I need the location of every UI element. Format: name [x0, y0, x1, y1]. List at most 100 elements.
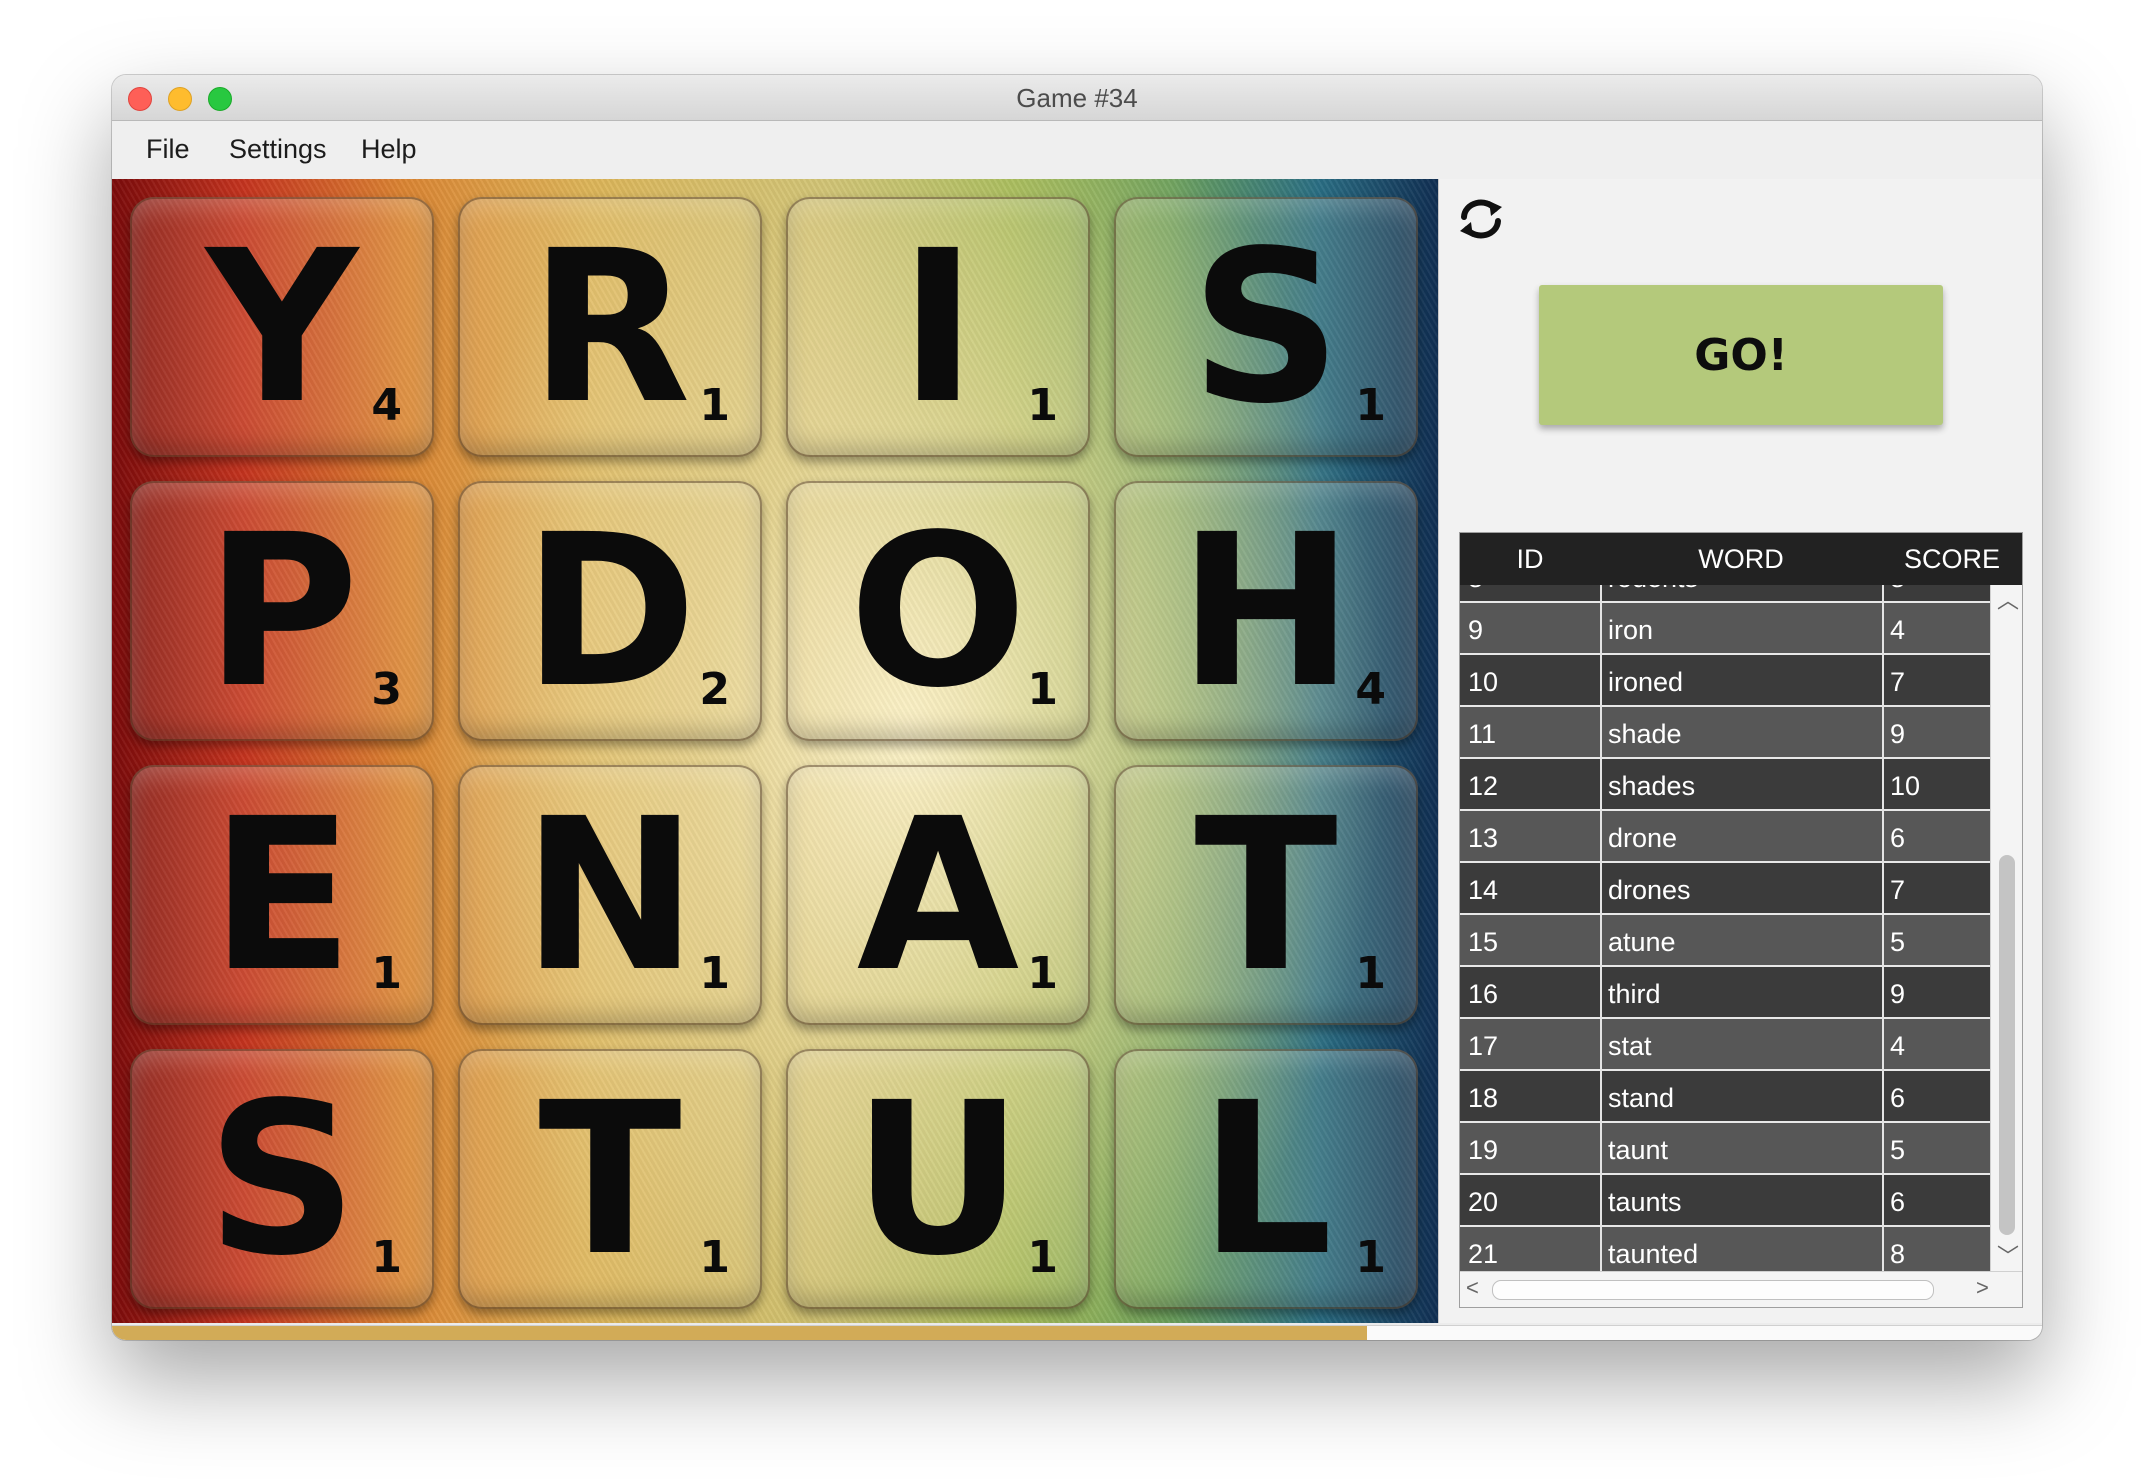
- cell-word: third: [1608, 979, 1661, 1009]
- letter-tile[interactable]: O1: [786, 481, 1090, 741]
- scroll-down-icon[interactable]: ﹀: [1997, 1239, 2019, 1271]
- cell-word: stand: [1608, 1083, 1675, 1113]
- cell-word: taunt: [1608, 1135, 1669, 1165]
- table-row[interactable]: 20 taunts 6: [1460, 1175, 1990, 1227]
- letter-tile[interactable]: E1: [130, 765, 434, 1025]
- column-header-id[interactable]: ID: [1460, 544, 1600, 575]
- tile-score: 4: [371, 380, 402, 431]
- cell-score: 4: [1890, 1031, 1906, 1061]
- tile-score: 1: [1027, 380, 1058, 431]
- tile-score: 1: [699, 380, 730, 431]
- cell-score: 5: [1890, 1135, 1906, 1165]
- column-header-word[interactable]: WORD: [1600, 544, 1882, 575]
- column-header-score[interactable]: SCORE: [1882, 544, 2022, 575]
- letter-tile[interactable]: S1: [130, 1049, 434, 1309]
- cell-word: taunted: [1608, 1239, 1699, 1269]
- letter-tile[interactable]: N1: [458, 765, 762, 1025]
- letter-tile[interactable]: L1: [1114, 1049, 1418, 1309]
- tile-score: 1: [1355, 380, 1386, 431]
- tile-score: 1: [1027, 1232, 1058, 1283]
- tile-score: 1: [371, 1232, 402, 1283]
- cell-word: taunts: [1608, 1187, 1682, 1217]
- cell-word: drone: [1608, 823, 1678, 853]
- table-row[interactable]: 19 taunt 5: [1460, 1123, 1990, 1175]
- letter-tile[interactable]: I1: [786, 197, 1090, 457]
- table-row[interactable]: 21 taunted 8: [1460, 1227, 1990, 1271]
- tile-score: 4: [1355, 664, 1386, 715]
- cell-id: 12: [1468, 771, 1499, 801]
- cell-id: 20: [1468, 1187, 1499, 1217]
- cell-score: 7: [1890, 875, 1906, 905]
- scroll-right-icon[interactable]: >: [1976, 1275, 1989, 1301]
- cell-id: 9: [1468, 615, 1484, 645]
- words-panel: ID WORD SCORE 8 rodents 8 9 iron 4 10 ironed 7 11…: [1438, 506, 2042, 1323]
- table-row[interactable]: 10 ironed 7: [1460, 655, 1990, 707]
- column-divider: [1882, 585, 1884, 1271]
- vertical-scrollbar[interactable]: ︿ ﹀: [1990, 583, 2022, 1271]
- scroll-up-icon[interactable]: ︿: [1997, 583, 2019, 615]
- cell-id: 15: [1468, 927, 1499, 957]
- go-button[interactable]: GO!: [1539, 285, 1943, 425]
- letter-tile[interactable]: U1: [786, 1049, 1090, 1309]
- letter-tile[interactable]: A1: [786, 765, 1090, 1025]
- cell-id: 17: [1468, 1031, 1499, 1061]
- letter-board: Y4R1I1S1P3D2O1H4E1N1A1T1S1T1U1L1: [112, 179, 1438, 1323]
- letter-tile[interactable]: T1: [1114, 765, 1418, 1025]
- letter-tile[interactable]: S1: [1114, 197, 1418, 457]
- tile-score: 2: [699, 664, 730, 715]
- table-row[interactable]: 16 third 9: [1460, 967, 1990, 1019]
- timer-progress-bar: [112, 1325, 2042, 1340]
- table-row[interactable]: 17 stat 4: [1460, 1019, 1990, 1071]
- tile-score: 1: [699, 948, 730, 999]
- cell-id: 8: [1468, 585, 1483, 594]
- table-row[interactable]: 12 shades 10: [1460, 759, 1990, 811]
- letter-tile[interactable]: D2: [458, 481, 762, 741]
- cell-score: 5: [1890, 927, 1906, 957]
- letter-tile[interactable]: P3: [130, 481, 434, 741]
- vertical-scroll-thumb[interactable]: [1999, 855, 2015, 1235]
- refresh-icon[interactable]: [1457, 197, 1505, 241]
- letter-tile[interactable]: H4: [1114, 481, 1418, 741]
- cell-score: 6: [1890, 1187, 1906, 1217]
- tile-score: 3: [371, 664, 402, 715]
- table-row[interactable]: 11 shade 9: [1460, 707, 1990, 759]
- table-row[interactable]: 8 rodents 8: [1460, 585, 1990, 603]
- cell-score: 6: [1890, 1083, 1906, 1113]
- letter-tile[interactable]: T1: [458, 1049, 762, 1309]
- menu-settings[interactable]: Settings: [229, 134, 327, 165]
- cell-word: ironed: [1608, 667, 1684, 697]
- timer-progress-fill: [112, 1326, 1367, 1340]
- table-header: ID WORD SCORE: [1460, 533, 2022, 585]
- menu-bar: File Settings Help: [112, 121, 2042, 180]
- cell-id: 11: [1468, 719, 1497, 749]
- table-row[interactable]: 9 iron 4: [1460, 603, 1990, 655]
- tile-score: 1: [1027, 948, 1058, 999]
- cell-id: 13: [1468, 823, 1499, 853]
- table-row[interactable]: 14 drones 7: [1460, 863, 1990, 915]
- cell-word: stat: [1608, 1031, 1652, 1061]
- cell-id: 21: [1468, 1239, 1499, 1269]
- horizontal-scroll-thumb[interactable]: [1492, 1280, 1934, 1300]
- cell-word: iron: [1608, 615, 1654, 645]
- cell-word: shades: [1608, 771, 1696, 801]
- cell-score: 8: [1890, 585, 1905, 594]
- menu-help[interactable]: Help: [361, 134, 417, 165]
- cell-score: 10: [1890, 771, 1921, 801]
- cell-id: 16: [1468, 979, 1499, 1009]
- table-row[interactable]: 15 atune 5: [1460, 915, 1990, 967]
- tile-score: 1: [1027, 664, 1058, 715]
- letter-tile[interactable]: Y4: [130, 197, 434, 457]
- cell-score: 6: [1890, 823, 1906, 853]
- menu-file[interactable]: File: [146, 134, 190, 165]
- title-bar: Game #34: [112, 75, 2042, 121]
- table-body: 8 rodents 8 9 iron 4 10 ironed 7 11 shade 9 12 shades…: [1460, 585, 1990, 1271]
- letter-tile[interactable]: R1: [458, 197, 762, 457]
- table-row[interactable]: 18 stand 6: [1460, 1071, 1990, 1123]
- cell-word: rodents: [1608, 585, 1698, 594]
- table-row[interactable]: 13 drone 6: [1460, 811, 1990, 863]
- cell-id: 19: [1468, 1135, 1499, 1165]
- cell-score: 9: [1890, 719, 1906, 749]
- horizontal-scrollbar[interactable]: < >: [1460, 1271, 2022, 1307]
- scroll-left-icon[interactable]: <: [1466, 1275, 1479, 1301]
- cell-word: atune: [1608, 927, 1676, 957]
